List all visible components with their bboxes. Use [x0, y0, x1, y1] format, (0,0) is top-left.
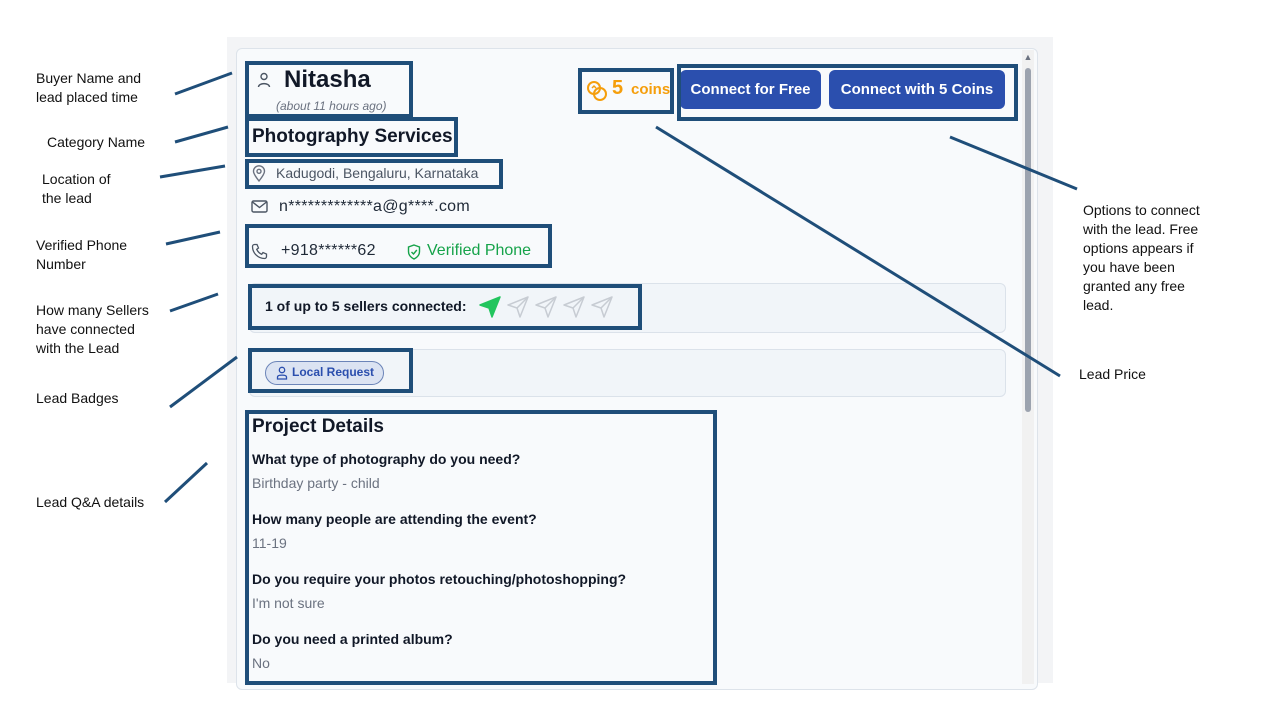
annotation-line-buyer: [174, 71, 233, 96]
annotation-line-phone: [165, 230, 221, 246]
annotation-box-category: [245, 117, 458, 157]
annotation-line-qa: [163, 461, 209, 504]
annotation-box-sellers: [248, 284, 642, 330]
mail-icon: [251, 200, 268, 213]
annotation-phone: Verified Phone Number: [36, 237, 128, 272]
annotation-box-badges: [248, 348, 413, 393]
annotation-buyer: Buyer Name and lead placed time: [36, 70, 142, 105]
annotation-box-buyer: [245, 61, 413, 118]
annotation-box-qa: [245, 410, 717, 685]
annotation-box-price: [578, 68, 674, 114]
scroll-up-arrow-icon[interactable]: ▲: [1022, 51, 1034, 63]
annotation-sellers: How many Sellers have connected with the L…: [36, 302, 149, 356]
annotation-qa: Lead Q&A details: [36, 494, 145, 510]
scrollbar-thumb[interactable]: [1025, 68, 1031, 412]
annotation-line-sellers: [169, 292, 219, 313]
annotation-box-options: [677, 64, 1018, 121]
annotation-category: Category Name: [47, 134, 146, 150]
annotation-badges: Lead Badges: [36, 390, 119, 406]
masked-email: n*************a@g****.com: [279, 198, 470, 215]
annotation-options: Options to connect with the lead. Free opt…: [1083, 202, 1200, 313]
annotation-location: Location of the lead: [42, 171, 111, 206]
annotation-box-location: [245, 159, 503, 189]
annotation-line-location: [159, 164, 226, 179]
annotation-box-phone: [245, 224, 552, 268]
annotation-price: Lead Price: [1079, 366, 1146, 382]
annotation-line-category: [174, 125, 229, 144]
